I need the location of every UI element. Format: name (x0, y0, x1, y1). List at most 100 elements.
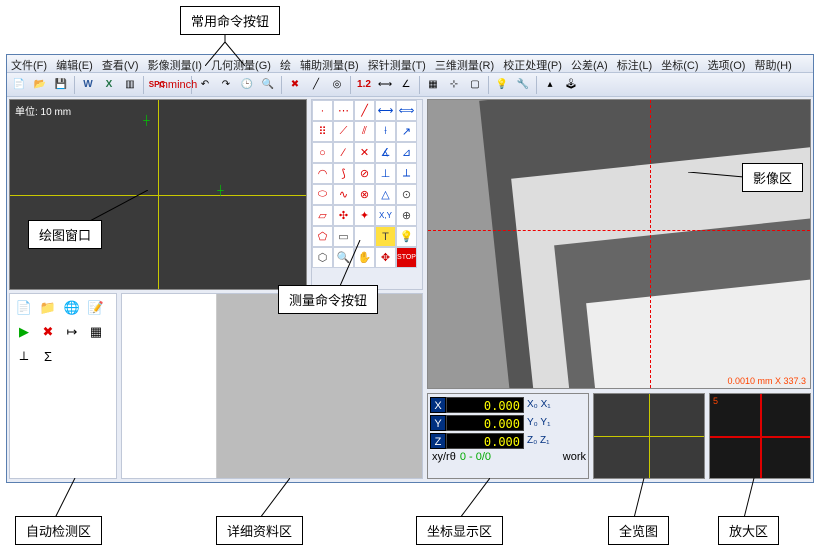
auto-folder-icon[interactable]: 📁 (37, 297, 59, 319)
pal-diag-icon[interactable]: ⟋ (333, 121, 354, 142)
pal-gear-icon[interactable]: ✣ (333, 205, 354, 226)
tool-num-icon[interactable]: 1.2 (354, 75, 374, 95)
pal-ellipse-icon[interactable]: ⬭ (312, 184, 333, 205)
pal-arrow-icon[interactable]: ↗ (396, 121, 417, 142)
coord-z-sub[interactable]: Z₀ Z₁ (527, 435, 550, 446)
auto-play-icon[interactable]: ▶ (13, 321, 35, 343)
auto-x-icon[interactable]: ✖ (37, 321, 59, 343)
pal-line2-icon[interactable]: ∕ (333, 142, 354, 163)
tool-axis-icon[interactable]: ⊹ (444, 75, 464, 95)
coord-work[interactable]: work (563, 451, 586, 463)
tool-dim-icon[interactable]: ⟷ (375, 75, 395, 95)
tool-find-icon[interactable]: 🔍 (258, 75, 278, 95)
pal-dim-v-icon[interactable]: ⟺ (396, 100, 417, 121)
pal-stop-icon[interactable]: STOP (396, 247, 417, 268)
overview-panel[interactable] (593, 393, 705, 479)
tool-cross-icon[interactable]: ✖ (285, 75, 305, 95)
pal-intersect-icon[interactable]: ⊗ (354, 184, 375, 205)
auto-step-icon[interactable]: ↦ (61, 321, 83, 343)
tool-unit-icon[interactable]: mminch (168, 75, 188, 95)
pal-angle-icon[interactable]: ∡ (375, 142, 396, 163)
tool-target-icon[interactable]: ◎ (327, 75, 347, 95)
pal-pan-icon[interactable]: ✋ (354, 247, 375, 268)
detail-preview[interactable] (217, 294, 422, 478)
coord-mode[interactable]: xy/rθ (432, 451, 456, 463)
pal-text-icon[interactable]: T (375, 226, 396, 247)
pal-poly-icon[interactable]: ⬠ (312, 226, 333, 247)
pal-parallel-icon[interactable]: ⫽ (354, 121, 375, 142)
drawing-window[interactable]: 单位: 10 mm ┼ ┼ (9, 99, 307, 290)
pal-rect-icon[interactable]: ▱ (312, 205, 333, 226)
auto-globe-icon[interactable]: 🌐 (61, 297, 83, 319)
pal-star-icon[interactable]: ✦ (354, 205, 375, 226)
pal-cross-icon[interactable]: ✕ (354, 142, 375, 163)
menu-edit[interactable]: 编辑(E) (56, 60, 93, 72)
tool-clock-icon[interactable]: 🕒 (237, 75, 257, 95)
tool-light-icon[interactable]: 💡 (492, 75, 512, 95)
tool-excel-icon[interactable]: X (99, 75, 119, 95)
pal-bulb-icon[interactable]: 💡 (396, 226, 417, 247)
menu-geom[interactable]: 几何测量(G) (211, 60, 271, 72)
pal-height-icon[interactable]: ⟊ (375, 121, 396, 142)
menu-draw[interactable]: 绘 (280, 60, 291, 72)
tool-wrench-icon[interactable]: 🔧 (513, 75, 533, 95)
pal-dim-h-icon[interactable]: ⟷ (375, 100, 396, 121)
tool-joystick-icon[interactable]: 🕹 (561, 75, 581, 95)
auto-grid-icon[interactable]: ▦ (85, 321, 107, 343)
pal-blank-icon[interactable] (354, 226, 375, 247)
auto-edit-icon[interactable]: 📝 (85, 297, 107, 319)
menu-annot[interactable]: 标注(L) (617, 60, 652, 72)
pal-select-icon[interactable]: ▭ (333, 226, 354, 247)
menu-assist[interactable]: 辅助测量(B) (300, 60, 359, 72)
auto-doc-icon[interactable]: 📄 (13, 297, 35, 319)
menu-probe[interactable]: 探针测量(T) (368, 60, 426, 72)
menu-file[interactable]: 文件(F) (11, 60, 47, 72)
pal-triangle-icon[interactable]: △ (375, 184, 396, 205)
pal-perp2-icon[interactable]: ⟂ (396, 163, 417, 184)
tool-grid-icon[interactable]: ▦ (423, 75, 443, 95)
tool-redo-icon[interactable]: ↷ (216, 75, 236, 95)
auto-axis-icon[interactable]: ⟂ (13, 345, 35, 367)
tool-box-icon[interactable]: ▢ (465, 75, 485, 95)
menu-tol[interactable]: 公差(A) (571, 60, 608, 72)
pal-circle-icon[interactable]: ○ (312, 142, 333, 163)
pal-arc-icon[interactable]: ◠ (312, 163, 333, 184)
pal-edge-icon[interactable]: ⟆ (333, 163, 354, 184)
image-area[interactable]: 0.0010 mm X 337.3 (427, 99, 811, 389)
tool-pointer-icon[interactable]: ▴ (540, 75, 560, 95)
tool-dxf-icon[interactable]: ▥ (120, 75, 140, 95)
pal-points-icon[interactable]: ⋯ (333, 100, 354, 121)
pal-zoom-icon[interactable]: 🔍 (333, 247, 354, 268)
pal-curve-icon[interactable]: ∿ (333, 184, 354, 205)
pal-dot-icon[interactable]: ⊙ (396, 184, 417, 205)
menu-three[interactable]: 三维测量(R) (435, 60, 494, 72)
menu-help[interactable]: 帮助(H) (755, 60, 792, 72)
coord-y-sub[interactable]: Y₀ Y₁ (527, 417, 550, 428)
pal-center-icon[interactable]: ⊕ (396, 205, 417, 226)
pal-point-icon[interactable]: · (312, 100, 333, 121)
tool-save-icon[interactable]: 💾 (51, 75, 71, 95)
pal-shape-icon[interactable]: ⬡ (312, 247, 333, 268)
tool-new-icon[interactable]: 📄 (9, 75, 29, 95)
tool-word-icon[interactable]: W (78, 75, 98, 95)
tool-undo-icon[interactable]: ↶ (195, 75, 215, 95)
detail-list[interactable] (122, 294, 217, 478)
coord-x-sub[interactable]: X₀ X₁ (527, 399, 551, 410)
pal-angle2-icon[interactable]: ⊿ (396, 142, 417, 163)
pal-perp-icon[interactable]: ⊥ (375, 163, 396, 184)
pal-xy-icon[interactable]: X,Y (375, 205, 396, 226)
auto-formula-icon[interactable]: Σ (37, 345, 59, 367)
pal-grid-icon[interactable]: ⠿ (312, 121, 333, 142)
pal-move-icon[interactable]: ✥ (375, 247, 396, 268)
menu-coord[interactable]: 坐标(C) (661, 60, 698, 72)
pal-tangent-icon[interactable]: ⊘ (354, 163, 375, 184)
menu-image[interactable]: 影像测量(I) (148, 60, 202, 72)
menu-calib[interactable]: 校正处理(P) (503, 60, 562, 72)
tool-angle-icon[interactable]: ∠ (396, 75, 416, 95)
tool-diag-icon[interactable]: ╱ (306, 75, 326, 95)
tool-open-icon[interactable]: 📂 (30, 75, 50, 95)
pal-line-icon[interactable]: ╱ (354, 100, 375, 121)
zoom-panel[interactable]: 5 (709, 393, 811, 479)
menu-opt[interactable]: 选项(O) (708, 60, 746, 72)
menu-view[interactable]: 查看(V) (102, 60, 139, 72)
